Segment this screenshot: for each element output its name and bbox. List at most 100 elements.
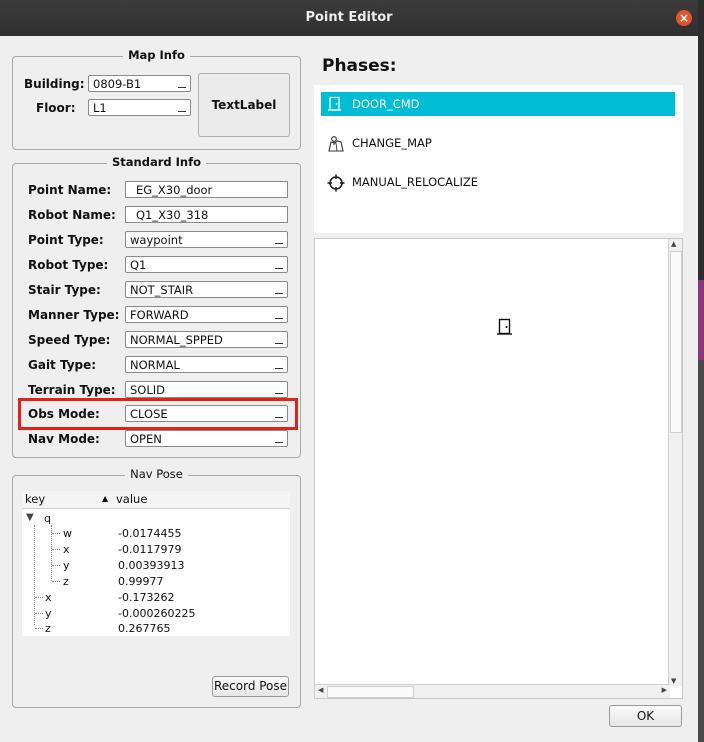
terrain-type-select[interactable]: SOLID xyxy=(125,381,288,398)
tree-line xyxy=(35,613,43,614)
tree-value: -0.000260225 xyxy=(118,607,195,620)
tree-row[interactable]: y xyxy=(63,559,70,572)
nav-mode-select[interactable]: OPEN xyxy=(125,430,288,447)
background-strip xyxy=(698,0,704,280)
window-title: Point Editor xyxy=(305,10,393,25)
stair-type-select[interactable]: NOT_STAIR xyxy=(125,281,288,298)
chevron-down-icon xyxy=(273,307,285,322)
robot-type-label: Robot Type: xyxy=(28,258,109,272)
phases-title: Phases: xyxy=(322,56,397,76)
manner-type-value: FORWARD xyxy=(130,308,189,322)
expand-arrow-icon[interactable]: ▼ xyxy=(26,512,34,523)
building-select[interactable]: 0809-B1 xyxy=(88,75,191,92)
vertical-scrollbar[interactable]: ▲ ▼ xyxy=(668,239,682,686)
tree-value-text: -0.0117979 xyxy=(118,543,182,556)
phase-label: CHANGE_MAP xyxy=(352,136,432,150)
scroll-up-arrow-icon[interactable]: ▲ xyxy=(671,240,676,248)
tree-key: z xyxy=(63,575,69,588)
horizontal-scrollbar[interactable]: ◀ ▶ xyxy=(315,684,670,698)
tree-line xyxy=(52,549,60,550)
tree-line xyxy=(35,628,43,629)
speed-type-select[interactable]: NORMAL_SPPED xyxy=(125,331,288,348)
scroll-down-arrow-icon[interactable]: ▼ xyxy=(671,677,676,685)
door-icon xyxy=(327,96,343,112)
tree-key: q xyxy=(44,512,51,525)
tree-row[interactable]: q xyxy=(44,512,51,525)
chevron-down-icon xyxy=(176,76,188,91)
sort-ascending-icon: ▲ xyxy=(102,494,109,503)
tree-value-text: 0.99977 xyxy=(118,575,164,588)
record-pose-button[interactable]: Record Pose xyxy=(212,676,289,697)
tree-row[interactable]: z xyxy=(45,622,51,635)
tree-row[interactable]: y xyxy=(45,607,52,620)
point-name-label: Point Name: xyxy=(28,183,112,197)
tree-key: x xyxy=(63,543,70,556)
crosshair-icon xyxy=(327,174,345,192)
stair-type-label: Stair Type: xyxy=(28,283,101,297)
floor-select[interactable]: L1 xyxy=(88,99,191,116)
close-icon: × xyxy=(678,11,690,25)
chevron-down-icon xyxy=(273,332,285,347)
scrollbar-thumb[interactable] xyxy=(670,251,682,433)
point-editor-window: Point Editor × Map Info Building: 0809-B… xyxy=(0,0,698,742)
gait-type-label: Gait Type: xyxy=(28,358,97,372)
manner-type-label: Manner Type: xyxy=(28,308,120,322)
standard-info-title: Standard Info xyxy=(107,155,206,169)
tree-key: z xyxy=(45,622,51,635)
text-label-text: TextLabel xyxy=(211,98,277,112)
close-button[interactable]: × xyxy=(676,10,692,26)
point-type-select[interactable]: waypoint xyxy=(125,231,288,248)
tree-line xyxy=(52,533,60,534)
scrollbar-thumb[interactable] xyxy=(327,686,414,698)
tree-line xyxy=(52,565,60,566)
point-type-label: Point Type: xyxy=(28,233,104,247)
building-label: Building: xyxy=(24,77,85,91)
tree-value: -0.0174455 xyxy=(118,527,181,540)
tree-row[interactable]: z xyxy=(63,575,69,588)
tree-key: x xyxy=(45,591,52,604)
robot-type-value: Q1 xyxy=(130,258,147,272)
nav-mode-label: Nav Mode: xyxy=(28,432,100,446)
background-strip xyxy=(698,360,704,742)
title-bar: Point Editor × xyxy=(0,0,698,36)
chevron-down-icon xyxy=(273,431,285,446)
floor-value: L1 xyxy=(93,101,107,115)
point-name-field[interactable]: EG_X30_door xyxy=(125,181,288,198)
phase-item-door-cmd[interactable]: DOOR_CMD xyxy=(321,92,675,116)
floor-label: Floor: xyxy=(36,101,76,115)
tree-value-text: -0.000260225 xyxy=(118,607,196,620)
terrain-type-value: SOLID xyxy=(130,383,166,397)
robot-type-select[interactable]: Q1 xyxy=(125,256,288,273)
phase-list: DOOR_CMD CHANGE_MAP MANUAL_RELOCALIZE xyxy=(314,85,683,233)
chevron-down-icon xyxy=(273,382,285,397)
scroll-right-arrow-icon[interactable]: ▶ xyxy=(662,686,667,694)
tree-value: 0.00393913 xyxy=(118,559,184,572)
value-column-header[interactable]: value xyxy=(116,492,147,506)
gait-type-value: NORMAL xyxy=(130,358,180,372)
phase-label: MANUAL_RELOCALIZE xyxy=(352,175,478,189)
chevron-down-icon xyxy=(273,257,285,272)
ok-button[interactable]: OK xyxy=(609,705,682,727)
phase-item-change-map[interactable]: CHANGE_MAP xyxy=(321,131,675,155)
chevron-down-icon xyxy=(273,282,285,297)
tree-row[interactable]: w xyxy=(63,527,72,540)
point-name-value: EG_X30_door xyxy=(136,183,213,197)
text-label: TextLabel xyxy=(198,73,290,137)
manner-type-select[interactable]: FORWARD xyxy=(125,306,288,323)
nav-pose-tree[interactable]: key ▲ value ▼ q w -0.0174455 x -0.011797… xyxy=(22,491,290,636)
tree-row[interactable]: x xyxy=(45,591,52,604)
chevron-down-icon xyxy=(273,232,285,247)
speed-type-label: Speed Type: xyxy=(28,333,111,347)
tree-line xyxy=(34,525,35,625)
robot-name-field[interactable]: Q1_X30_318 xyxy=(125,206,288,223)
phase-canvas[interactable]: ▲ ▼ ◀ ▶ xyxy=(314,238,683,699)
key-column-header[interactable]: key xyxy=(25,492,45,506)
scroll-left-arrow-icon[interactable]: ◀ xyxy=(318,686,323,694)
phase-label: DOOR_CMD xyxy=(352,97,420,111)
robot-name-label: Robot Name: xyxy=(28,208,116,222)
background-strip xyxy=(698,280,704,360)
tree-line xyxy=(35,597,43,598)
phase-item-manual-relocalize[interactable]: MANUAL_RELOCALIZE xyxy=(321,170,675,194)
tree-row[interactable]: x xyxy=(63,543,70,556)
gait-type-select[interactable]: NORMAL xyxy=(125,356,288,373)
